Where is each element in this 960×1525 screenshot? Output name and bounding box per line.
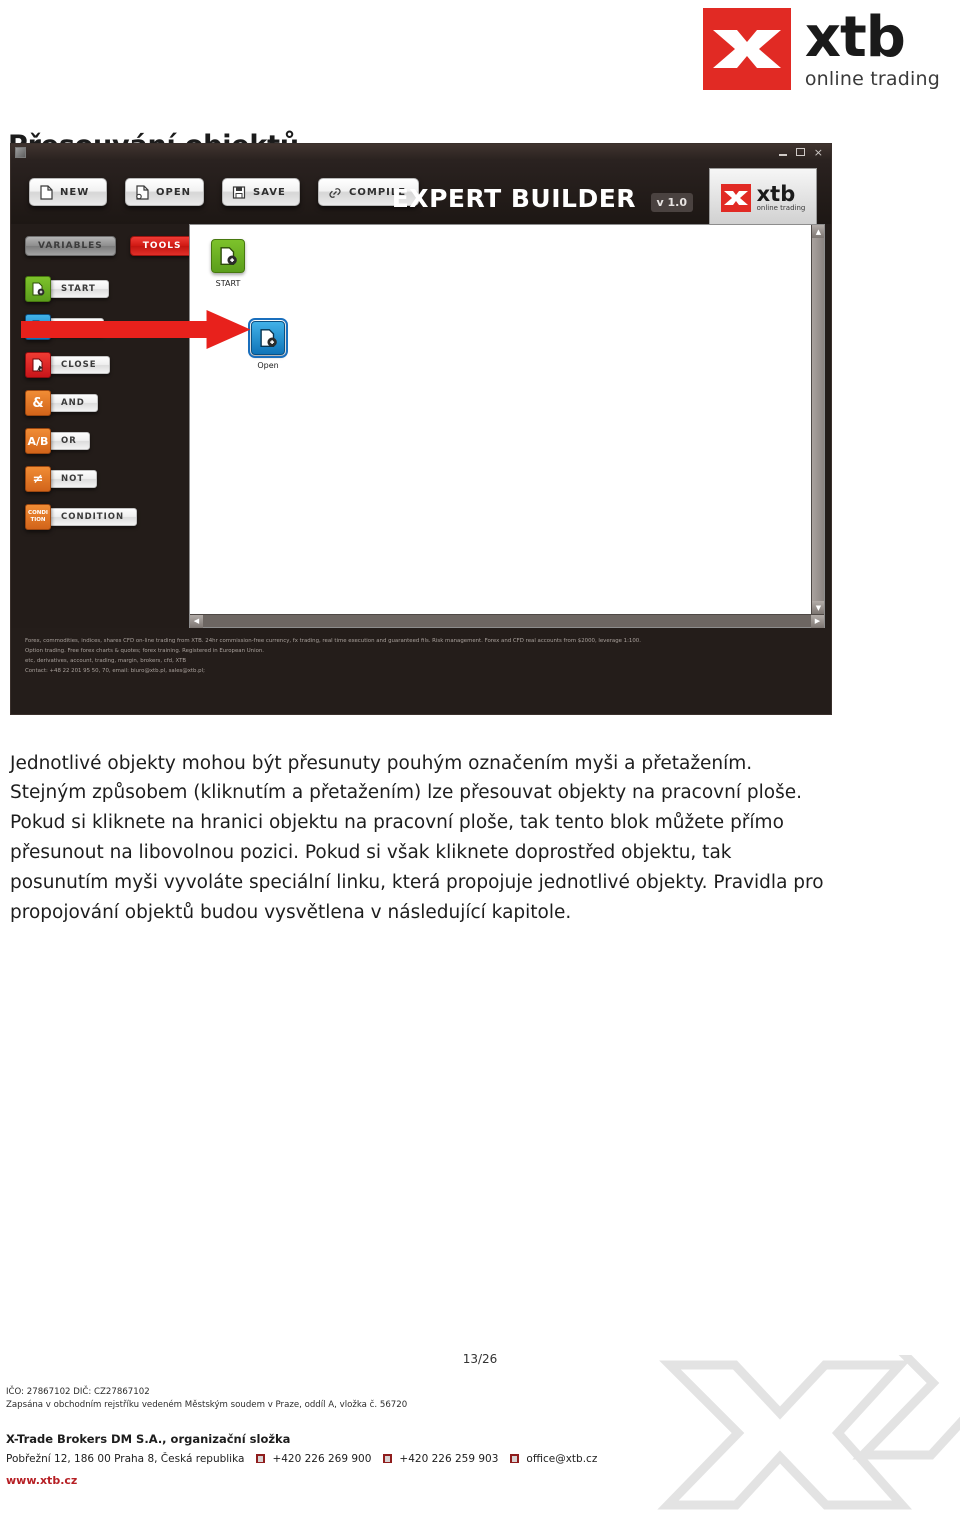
disclaimer-line-1: Forex, commodities, indices, shares CFD … bbox=[25, 638, 641, 644]
close-block-icon bbox=[25, 352, 51, 378]
footer-fax: +420 226 259 903 bbox=[399, 1452, 499, 1465]
condition-glyph: CONDI TION bbox=[28, 510, 48, 523]
footer-address: Pobřežní 12, 186 00 Praha 8, Česká repub… bbox=[6, 1452, 245, 1465]
body-paragraph: Jednotlivé objekty mohou být přesunuty p… bbox=[10, 752, 824, 924]
xtb-logo-text-small: xtb online trading bbox=[757, 184, 806, 212]
canvas-vertical-scrollbar[interactable]: ▲ ▼ bbox=[811, 225, 824, 614]
tool-label-or: OR bbox=[46, 432, 90, 450]
window-controls: × bbox=[778, 147, 827, 158]
brand-name: xtb bbox=[804, 4, 906, 70]
tab-tools-label: TOOLS bbox=[142, 241, 182, 251]
workspace-canvas[interactable]: START Open ▲ ▼ bbox=[190, 225, 824, 614]
canvas-node-open[interactable]: Open bbox=[248, 318, 288, 373]
footer-website[interactable]: www.xtb.cz bbox=[6, 1474, 706, 1487]
open-button[interactable]: OPEN bbox=[125, 178, 205, 206]
tool-label-open: OPEN bbox=[46, 318, 105, 336]
open-block-icon bbox=[25, 314, 51, 340]
scroll-right-icon[interactable]: ▶ bbox=[811, 614, 824, 628]
start-node-icon bbox=[211, 239, 245, 273]
footer-phone: +420 226 269 900 bbox=[272, 1452, 372, 1465]
expert-builder-window-screenshot: × NEW OPEN SAVE COMPILE EXPERT BUILDER v… bbox=[10, 143, 832, 715]
scroll-up-icon[interactable]: ▲ bbox=[812, 225, 824, 238]
tool-item-and[interactable]: & AND bbox=[25, 390, 189, 416]
tools-sidebar: VARIABLES TOOLS START OPEN CLOSE & AND A… bbox=[11, 224, 195, 628]
and-block-icon: & bbox=[25, 390, 51, 416]
scroll-left-icon[interactable]: ◀ bbox=[190, 614, 203, 628]
xtb-logo-mark-small bbox=[720, 184, 751, 212]
page-number: 13/26 bbox=[462, 1352, 498, 1366]
save-disk-icon bbox=[232, 185, 246, 200]
tab-variables-label: VARIABLES bbox=[38, 241, 103, 251]
tool-label-not: NOT bbox=[46, 470, 98, 488]
expert-builder-title: EXPERT BUILDER bbox=[391, 183, 637, 213]
canvas-horizontal-scrollbar[interactable]: ◀ ▶ bbox=[190, 614, 824, 628]
tool-label-start: START bbox=[46, 280, 109, 298]
not-glyph: ≠ bbox=[32, 471, 44, 487]
not-block-icon: ≠ bbox=[25, 466, 51, 492]
disclaimer-line-2: Option trading. Free forex charts & quot… bbox=[25, 648, 265, 654]
app-disclaimer: Forex, commodities, indices, shares CFD … bbox=[11, 628, 831, 676]
minimize-icon[interactable] bbox=[778, 149, 787, 156]
start-block-icon bbox=[25, 276, 51, 302]
canvas-node-start[interactable]: START bbox=[208, 239, 248, 291]
tool-item-not[interactable]: ≠ NOT bbox=[25, 466, 189, 492]
email-icon bbox=[510, 1454, 520, 1464]
app-toolbar: NEW OPEN SAVE COMPILE EXPERT BUILDER v 1… bbox=[11, 160, 831, 228]
expert-builder-title-group: EXPERT BUILDER v 1.0 bbox=[392, 184, 693, 213]
sidebar-tabs: VARIABLES TOOLS bbox=[25, 236, 195, 256]
footer-company-name: X-Trade Brokers DM S.A., organizační slo… bbox=[6, 1431, 291, 1446]
new-button[interactable]: NEW bbox=[29, 178, 107, 206]
disclaimer-line-4: Contact: +48 22 201 95 50, 70, email: bi… bbox=[25, 668, 205, 674]
close-icon[interactable]: × bbox=[814, 147, 823, 158]
phone-icon bbox=[256, 1454, 266, 1464]
window-app-icon bbox=[15, 146, 26, 158]
page-footer: IČO: 27867102 DIČ: CZ27867102 Zapsána v … bbox=[6, 1386, 706, 1487]
tool-item-close[interactable]: CLOSE bbox=[25, 352, 189, 378]
workspace-panel: START Open ▲ ▼ ◀ ▶ bbox=[189, 224, 825, 628]
open-button-label: OPEN bbox=[156, 186, 192, 198]
tool-item-or[interactable]: A/B OR bbox=[25, 428, 189, 454]
tool-item-condition[interactable]: CONDI TION CONDITION bbox=[25, 504, 189, 530]
tool-item-open[interactable]: OPEN bbox=[25, 314, 189, 340]
vertical-scroll-thumb[interactable] bbox=[812, 238, 824, 601]
new-button-label: NEW bbox=[60, 186, 90, 198]
tool-label-condition: CONDITION bbox=[46, 508, 138, 526]
and-glyph: & bbox=[32, 395, 44, 411]
brand-header: xtb online trading bbox=[702, 4, 940, 90]
brand-tagline: online trading bbox=[804, 67, 940, 90]
condition-block-icon: CONDI TION bbox=[25, 504, 51, 530]
expert-builder-version: v 1.0 bbox=[650, 192, 693, 212]
new-file-icon bbox=[39, 184, 53, 200]
disclaimer-line-3: etc, derivatives, account, trading, marg… bbox=[25, 658, 187, 664]
expert-builder-branding: EXPERT BUILDER v 1.0 xtb online trading bbox=[392, 168, 817, 228]
footer-email[interactable]: office@xtb.cz bbox=[526, 1453, 597, 1465]
save-button[interactable]: SAVE bbox=[222, 178, 301, 206]
tool-item-start[interactable]: START bbox=[25, 276, 189, 302]
canvas-node-start-label: START bbox=[215, 279, 241, 288]
tool-label-close: CLOSE bbox=[46, 356, 110, 374]
window-titlebar: × bbox=[11, 144, 831, 160]
brand-wordmark: xtb online trading bbox=[804, 4, 940, 90]
fax-icon bbox=[383, 1454, 393, 1464]
open-node-icon bbox=[248, 318, 288, 358]
app-body: VARIABLES TOOLS START OPEN CLOSE & AND A… bbox=[11, 224, 831, 628]
maximize-icon[interactable] bbox=[795, 148, 805, 156]
tab-tools[interactable]: TOOLS bbox=[129, 236, 195, 256]
xtb-logo-mark bbox=[702, 8, 791, 90]
footer-contact-line: Pobřežní 12, 186 00 Praha 8, Česká repub… bbox=[6, 1453, 706, 1465]
save-button-label: SAVE bbox=[253, 186, 286, 198]
canvas-node-open-label: Open bbox=[257, 361, 279, 370]
scroll-down-icon[interactable]: ▼ bbox=[812, 601, 824, 614]
tool-label-and: AND bbox=[46, 394, 98, 412]
open-folder-icon bbox=[135, 184, 149, 200]
tab-variables[interactable]: VARIABLES bbox=[25, 236, 116, 256]
footer-ico-line: IČO: 27867102 DIČ: CZ27867102 bbox=[6, 1387, 150, 1397]
xtb-logo-name-small: xtb bbox=[756, 182, 796, 206]
footer-registry-line: Zapsána v obchodním rejstříku vedeném Mě… bbox=[6, 1400, 408, 1411]
or-block-icon: A/B bbox=[25, 428, 51, 454]
compile-link-icon bbox=[328, 185, 342, 200]
expert-builder-xtb-logo: xtb online trading bbox=[709, 168, 817, 228]
xtb-logo-tagline-small: online trading bbox=[756, 204, 806, 212]
or-glyph: A/B bbox=[27, 434, 49, 448]
